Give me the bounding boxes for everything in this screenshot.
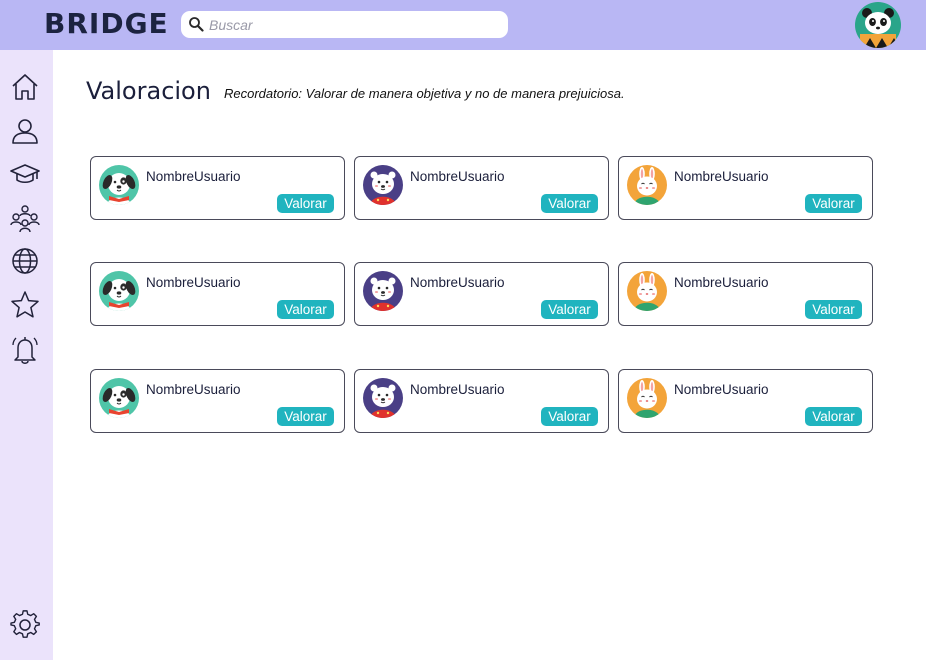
gear-icon (10, 610, 40, 638)
home-icon (12, 74, 38, 100)
rate-button[interactable]: Valorar (805, 407, 862, 426)
rate-button[interactable]: Valorar (277, 300, 334, 319)
panda-avatar-icon[interactable] (854, 2, 902, 48)
sidebar-item-favorites[interactable] (10, 290, 40, 320)
username-label: NombreUsuario (146, 275, 241, 290)
app-logo[interactable]: BRIDGE (44, 8, 169, 40)
graduation-cap-icon (10, 164, 40, 184)
search-input[interactable] (209, 14, 499, 35)
sidebar-item-community[interactable] (10, 203, 40, 233)
sidebar-item-home[interactable] (10, 72, 40, 102)
rate-button[interactable]: Valorar (805, 194, 862, 213)
rate-button[interactable]: Valorar (541, 407, 598, 426)
bear-avatar-icon (363, 271, 403, 311)
sidebar (0, 50, 53, 660)
username-label: NombreUsuario (146, 169, 241, 184)
bunny-avatar-icon (627, 165, 667, 205)
sidebar-item-profile[interactable] (10, 116, 40, 146)
page-title: Valoracion (86, 77, 211, 105)
rate-button[interactable]: Valorar (541, 300, 598, 319)
user-card: NombreUsuario Valorar (618, 369, 873, 433)
top-bar: BRIDGE (0, 0, 926, 50)
username-label: NombreUsuario (146, 382, 241, 397)
bunny-avatar-icon (627, 378, 667, 418)
dog-avatar-icon (99, 271, 139, 311)
bear-avatar-icon (363, 165, 403, 205)
username-label: NombreUsuario (410, 382, 505, 397)
rate-button[interactable]: Valorar (541, 194, 598, 213)
user-card: NombreUsuario Valorar (90, 156, 345, 220)
bunny-avatar-icon (627, 271, 667, 311)
rate-button[interactable]: Valorar (805, 300, 862, 319)
search-box[interactable] (181, 11, 508, 38)
reminder-text: Recordatorio: Valorar de manera objetiva… (224, 86, 625, 101)
rate-button[interactable]: Valorar (277, 407, 334, 426)
username-label: NombreUsuario (410, 169, 505, 184)
dog-avatar-icon (99, 378, 139, 418)
user-card: NombreUsuario Valorar (90, 262, 345, 326)
user-card: NombreUsuario Valorar (618, 156, 873, 220)
sidebar-item-settings[interactable] (10, 610, 40, 640)
search-icon (189, 17, 204, 32)
group-icon (10, 205, 40, 233)
user-icon (12, 119, 38, 144)
username-label: NombreUsuario (410, 275, 505, 290)
sidebar-item-courses[interactable] (10, 159, 40, 189)
user-card: NombreUsuario Valorar (354, 156, 609, 220)
bear-avatar-icon (363, 378, 403, 418)
star-icon (11, 291, 39, 318)
dog-avatar-icon (99, 165, 139, 205)
user-card: NombreUsuario Valorar (354, 262, 609, 326)
username-label: NombreUsuario (674, 382, 769, 397)
user-card: NombreUsuario Valorar (618, 262, 873, 326)
user-card: NombreUsuario Valorar (90, 369, 345, 433)
rate-button[interactable]: Valorar (277, 194, 334, 213)
globe-icon (12, 248, 38, 274)
sidebar-item-notifications[interactable] (10, 335, 40, 365)
user-card: NombreUsuario Valorar (354, 369, 609, 433)
username-label: NombreUsuario (674, 169, 769, 184)
username-label: NombreUsuario (674, 275, 769, 290)
sidebar-item-explore[interactable] (10, 246, 40, 276)
bell-icon (12, 337, 38, 364)
